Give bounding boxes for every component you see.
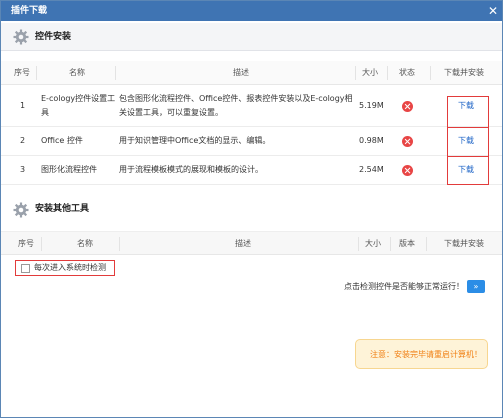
tools-table-header: 序号 名称 描述 大小 版本 下载并安装 — [1, 231, 502, 255]
col-header-version: 版本 — [399, 239, 415, 248]
row-no: 1 — [20, 101, 26, 110]
section-title: 安装其他工具 — [35, 204, 90, 214]
col-header-size: 大小 — [365, 239, 381, 248]
col-separator — [430, 66, 431, 80]
detect-button[interactable]: » — [467, 280, 485, 293]
other-tools-section-header: 安装其他工具 — [1, 196, 502, 224]
row-name: Office 控件 — [41, 136, 83, 145]
row-size: 2.54M — [359, 165, 384, 174]
col-separator — [355, 66, 356, 80]
col-header-action: 下载并安装 — [444, 239, 484, 248]
col-header-desc: 描述 — [233, 68, 249, 77]
error-icon — [402, 165, 413, 176]
row-name: E-cology控件设置工 — [41, 94, 116, 103]
gear-icon — [13, 29, 29, 45]
col-separator — [115, 66, 116, 80]
control-table-header: 序号 名称 描述 大小 状态 下载并安装 — [1, 61, 502, 85]
title-bar[interactable]: 插件下载 ✕ — [1, 1, 502, 21]
row-no: 2 — [20, 136, 26, 145]
error-icon — [402, 101, 413, 112]
table-row: 1 E-cology控件设置工 具 包含图形化流程控件、Office控件、报表控… — [1, 87, 502, 127]
table-row: 3 图形化流程控件 用于流程模板模式的展现和模板的设计。 2.54M 下载 — [1, 156, 502, 185]
col-header-name: 名称 — [69, 68, 85, 77]
download-column-highlight — [447, 96, 489, 185]
row-name: 具 — [41, 108, 49, 117]
detect-hint: 点击检测控件是否能够正常运行！ — [344, 282, 464, 291]
col-header-no: 序号 — [18, 239, 34, 248]
row-desc: 关设置工具，可以重复设置。 — [119, 108, 223, 117]
col-header-no: 序号 — [14, 68, 30, 77]
col-header-status: 状态 — [399, 68, 415, 77]
table-row: 2 Office 控件 用于知识管理中Office文档的显示、编辑。 0.98M… — [1, 127, 502, 156]
row-size: 0.98M — [359, 136, 384, 145]
dialog-title: 插件下载 — [11, 6, 48, 16]
col-separator — [41, 237, 42, 251]
check-on-enter-label: 每次进入系统时检测 — [34, 263, 106, 272]
row-desc: 用于知识管理中Office文档的显示、编辑。 — [119, 136, 271, 145]
row-name: 图形化流程控件 — [41, 165, 97, 174]
control-install-section-header: 控件安装 — [1, 23, 502, 51]
highlight-divider — [447, 127, 489, 128]
restart-notice: 注意：安装完毕请重启计算机！ — [355, 339, 488, 369]
row-size: 5.19M — [359, 101, 384, 110]
check-on-enter-option[interactable]: 每次进入系统时检测 — [15, 260, 115, 276]
col-header-name: 名称 — [77, 239, 93, 248]
check-on-enter-checkbox[interactable] — [21, 264, 30, 273]
col-separator — [119, 237, 120, 251]
row-desc: 用于流程模板模式的展现和模板的设计。 — [119, 165, 263, 174]
highlight-divider — [447, 156, 489, 157]
close-icon[interactable]: ✕ — [485, 3, 501, 19]
plugin-download-dialog: 插件下载 ✕ 控件安装 序号 名称 描述 大小 状态 下载并安装 1 E-col… — [0, 0, 503, 418]
col-separator — [358, 237, 359, 251]
col-separator — [426, 237, 427, 251]
col-separator — [387, 66, 388, 80]
col-header-desc: 描述 — [235, 239, 251, 248]
row-desc: 包含图形化流程控件、Office控件、报表控件安装以及E-cology相 — [119, 94, 353, 103]
col-separator — [36, 66, 37, 80]
error-icon — [402, 136, 413, 147]
section-title: 控件安装 — [35, 32, 72, 42]
col-header-action: 下载并安装 — [444, 68, 484, 77]
row-no: 3 — [20, 165, 26, 174]
gear-icon — [13, 202, 29, 218]
col-header-size: 大小 — [362, 68, 378, 77]
notice-text: 注意：安装完毕请重启计算机！ — [370, 350, 482, 359]
col-separator — [390, 237, 391, 251]
